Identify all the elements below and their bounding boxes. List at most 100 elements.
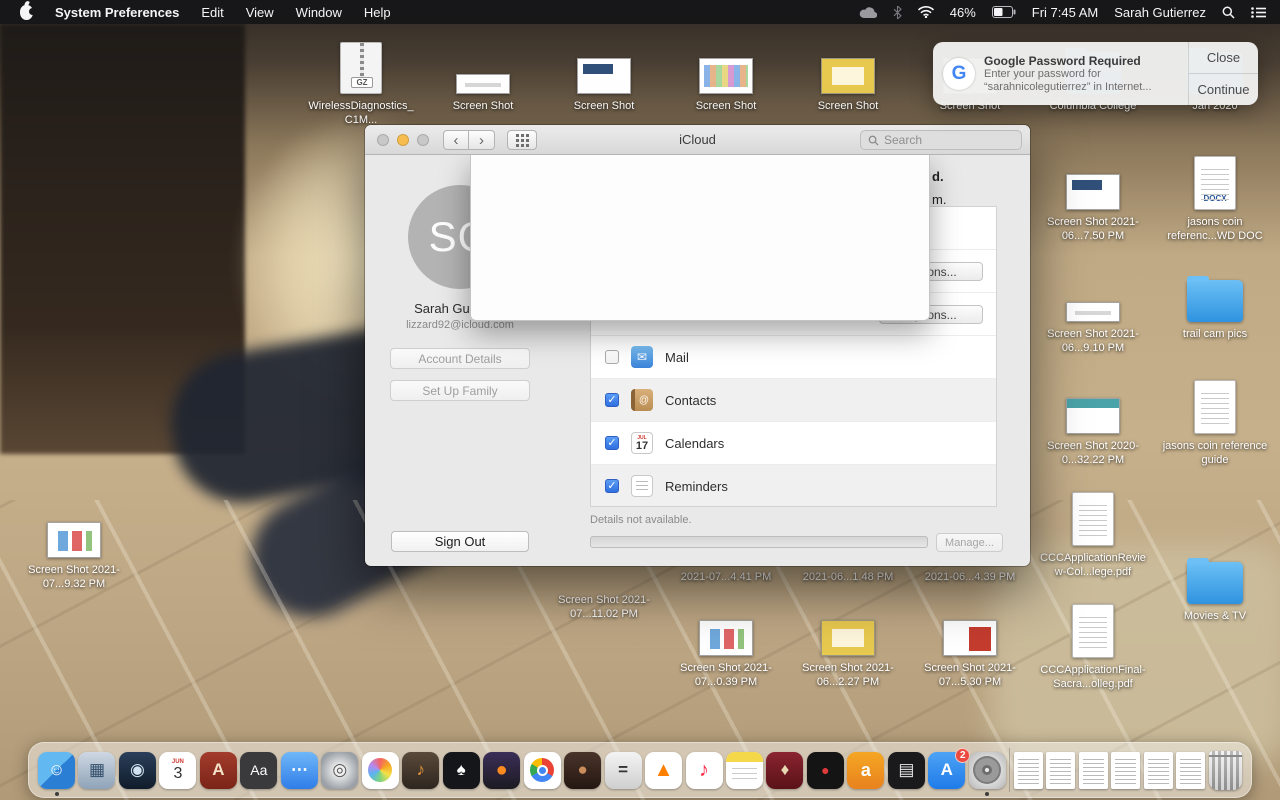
bowling-game-dock-icon[interactable]: ● — [806, 751, 844, 789]
menu-help[interactable]: Help — [364, 5, 391, 20]
docx-tag: DOCX — [1199, 194, 1231, 203]
cloud-status-icon[interactable] — [859, 6, 877, 19]
steam-dock-icon[interactable]: ◉ — [118, 751, 156, 789]
desktop-icon-partial-441pm[interactable]: 2021-07...4.41 PM — [671, 567, 781, 584]
menu-user-name[interactable]: Sarah Gutierrez — [1114, 5, 1206, 20]
chrome-dock-icon[interactable] — [523, 751, 561, 789]
photos-dock-icon[interactable] — [361, 751, 399, 789]
textedit-dock-icon[interactable]: Aa — [240, 751, 278, 789]
service-row-reminders[interactable]: ✓ Reminders — [591, 465, 996, 506]
desktop-icon-screenshot-910pm[interactable]: Screen Shot 2021-06...9.10 PM — [1038, 264, 1148, 355]
menu-app-name[interactable]: System Preferences — [55, 5, 179, 20]
battery-percentage[interactable]: 46% — [950, 5, 976, 20]
desktop-icon-ccc-application-review[interactable]: CCCApplicationReview-Col...lege.pdf — [1038, 488, 1148, 579]
reminders-checkbox[interactable]: ✓ — [605, 479, 619, 493]
forward-button[interactable]: › — [469, 130, 495, 150]
back-button[interactable]: ‹ — [443, 130, 469, 150]
menu-clock[interactable]: Fri 7:45 AM — [1032, 5, 1098, 20]
wifi-icon[interactable] — [917, 6, 934, 18]
desktop-icon-screenshot-1102pm[interactable]: Screen Shot 2021-07...11.02 PM — [549, 590, 659, 621]
service-row-mail[interactable]: ✉ Mail — [591, 336, 996, 379]
desktop-icon-screenshot-227pm[interactable]: Screen Shot 2021-06...2.27 PM — [793, 598, 903, 689]
music-dock-icon[interactable]: ♪ — [685, 751, 723, 789]
dock-document-4[interactable] — [1111, 751, 1141, 789]
app-store-dock-icon[interactable]: A2 — [928, 747, 971, 789]
system-preferences-dock-icon[interactable] — [968, 751, 1006, 796]
close-window-button[interactable] — [377, 134, 389, 146]
desktop-icon-screenshot-3222pm[interactable]: Screen Shot 2020-0...32.22 PM — [1038, 376, 1148, 467]
set-up-family-button[interactable]: Set Up Family — [390, 380, 530, 401]
notification-center-icon[interactable] — [1251, 6, 1266, 18]
desktop-icon-jasons-coin-guide[interactable]: jasons coin reference guide — [1160, 376, 1270, 467]
apple-menu-icon[interactable] — [20, 4, 36, 20]
desktop-icon-label: 2021-06...4.39 PM — [924, 571, 1016, 583]
dvd-player-dock-icon[interactable]: ◎ — [321, 751, 359, 789]
zoom-window-button[interactable] — [417, 134, 429, 146]
notes-dock-icon[interactable] — [725, 751, 763, 789]
notification-close-button[interactable]: Close — [1189, 42, 1258, 73]
menu-bar: System Preferences Edit View Window Help… — [0, 0, 1280, 24]
menu-view[interactable]: View — [246, 5, 274, 20]
coffee-app-dock-icon[interactable]: ● — [564, 751, 602, 789]
dock-document-2[interactable] — [1046, 751, 1076, 789]
contacts-checkbox[interactable]: ✓ — [605, 393, 619, 407]
desktop-icon-screenshot-932pm[interactable]: Screen Shot 2021-07...9.32 PM — [19, 500, 129, 591]
account-details-button[interactable]: Account Details — [390, 348, 530, 369]
desktop-icon-movies-tv[interactable]: Movies & TV — [1160, 546, 1270, 623]
dock-document-6[interactable] — [1176, 751, 1206, 789]
service-label: Reminders — [665, 478, 728, 494]
messages-dock-icon[interactable]: ⋯ — [280, 751, 318, 789]
bluetooth-icon[interactable] — [893, 5, 902, 19]
preview-dock-icon[interactable]: ▦ — [78, 751, 116, 789]
desktop-icon-wireless-diagnostics[interactable]: GZ WirelessDiagnostics_C1M... — [306, 36, 416, 127]
system-preferences-window: d. m. SG Sarah Gutierrez lizzard92@iclou… — [365, 125, 1030, 566]
desktop-icon-ccc-application-final[interactable]: CCCApplicationFinal-Sacra...olleg.pdf — [1038, 600, 1148, 691]
dictionary-dock-icon[interactable]: A — [199, 751, 237, 789]
desktop-icon-screenshot-039pm[interactable]: Screen Shot 2021-07...0.39 PM — [671, 598, 781, 689]
dock-document-3[interactable] — [1078, 751, 1108, 789]
desktop-icon-label: Screen Shot — [452, 100, 514, 112]
dock-document-5[interactable] — [1143, 751, 1173, 789]
vlc-dock-icon[interactable]: ▲ — [645, 751, 683, 789]
desktop-icon-screenshot-3[interactable]: Screen Shot — [671, 36, 781, 113]
window-search-field[interactable] — [860, 130, 1022, 150]
desktop-icon-partial-439pm[interactable]: 2021-06...4.39 PM — [915, 567, 1025, 584]
garageband-dock-icon[interactable]: ♪ — [402, 751, 440, 789]
finder-dock-icon[interactable]: ☺ — [38, 751, 75, 796]
desktop-icon-screenshot-1[interactable]: Screen Shot — [428, 36, 538, 113]
mail-checkbox[interactable] — [605, 350, 619, 364]
desktop-icon-trail-cam-pics[interactable]: trail cam pics — [1160, 264, 1270, 341]
minimize-window-button[interactable] — [397, 134, 409, 146]
sign-out-button[interactable]: Sign Out — [391, 531, 529, 552]
google-password-notification[interactable]: G Google Password Required Enter your pa… — [933, 42, 1258, 105]
dock-document-1[interactable] — [1013, 751, 1043, 789]
firefox-dock-icon[interactable]: ● — [483, 751, 521, 789]
show-all-button[interactable] — [507, 130, 537, 150]
solitaire-dock-icon[interactable]: ♠ — [442, 751, 480, 789]
desktop-icon-screenshot-2[interactable]: Screen Shot — [549, 36, 659, 113]
boardgame-dock-icon[interactable]: ♦ — [766, 751, 804, 789]
menu-edit[interactable]: Edit — [201, 5, 223, 20]
service-row-contacts[interactable]: ✓ @ Contacts — [591, 379, 996, 422]
notification-continue-button[interactable]: Continue — [1189, 73, 1258, 105]
desktop-icon-screenshot-4[interactable]: Screen Shot — [793, 36, 903, 113]
calendars-checkbox[interactable]: ✓ — [605, 436, 619, 450]
desktop-icon-partial-148pm[interactable]: 2021-06...1.48 PM — [793, 567, 903, 584]
window-titlebar[interactable]: iCloud ‹ › — [365, 125, 1030, 155]
desktop-icon-jasons-coin-docx[interactable]: DOCX jasons coin referenc...WD DOC — [1160, 152, 1270, 243]
calculator-dock-icon[interactable]: = — [604, 751, 642, 789]
menu-window[interactable]: Window — [296, 5, 342, 20]
search-input[interactable] — [884, 133, 994, 147]
firefox-glyph: ● — [495, 758, 508, 781]
manage-button[interactable]: Manage... — [936, 533, 1003, 552]
desktop-icon-label: Screen Shot 2021-07...9.32 PM — [28, 564, 120, 590]
spotlight-search-icon[interactable] — [1222, 6, 1235, 19]
amazon-dock-icon[interactable]: a — [847, 751, 885, 789]
service-row-calendars[interactable]: ✓ JUL 17 Calendars — [591, 422, 996, 465]
books-dock-icon[interactable]: ▤ — [887, 751, 925, 789]
desktop-icon-screenshot-530pm[interactable]: Screen Shot 2021-07...5.30 PM — [915, 598, 1025, 689]
screenshot-thumbnail — [456, 74, 510, 94]
desktop-icon-screenshot-750pm[interactable]: Screen Shot 2021-06...7.50 PM — [1038, 152, 1148, 243]
calendar-dock-icon[interactable]: JUN 3 — [159, 751, 197, 789]
trash-dock-icon[interactable] — [1208, 750, 1242, 790]
